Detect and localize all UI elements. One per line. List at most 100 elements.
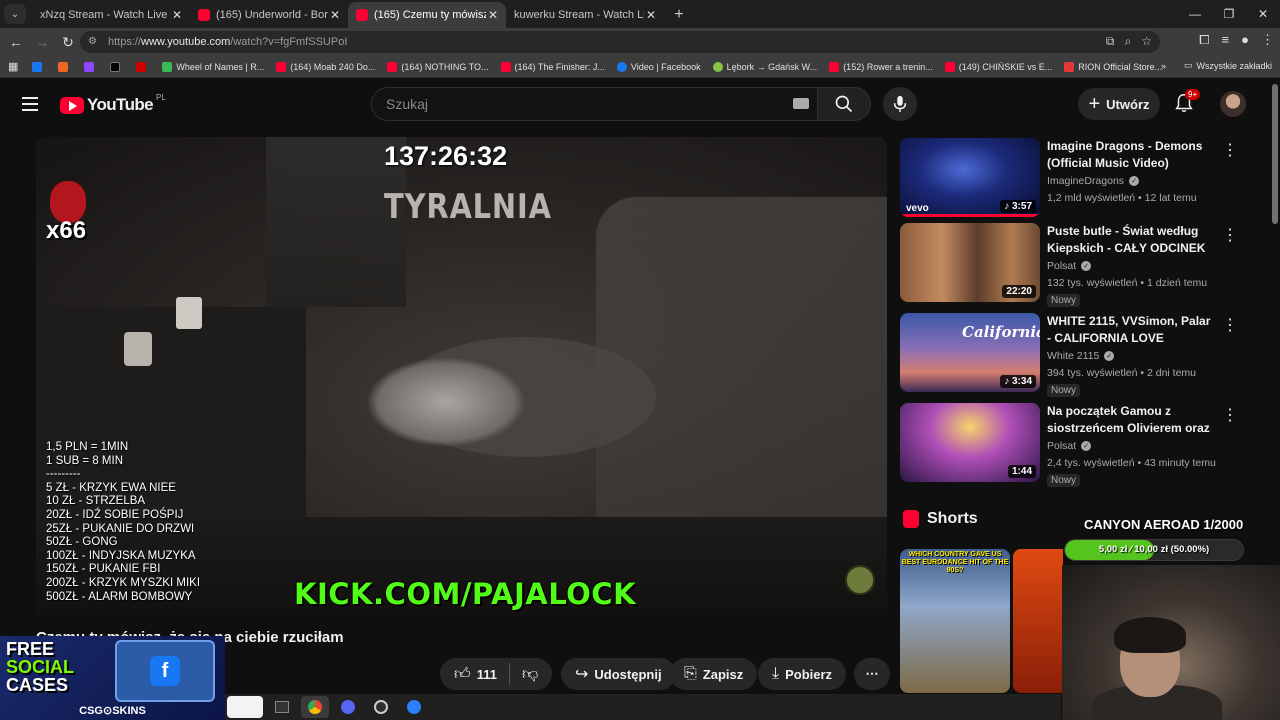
countdown-timer: 137:26:32 xyxy=(384,141,508,171)
media-control-icon[interactable]: ≡ xyxy=(1222,32,1230,48)
bookmark-item[interactable] xyxy=(32,61,46,72)
recommendation-item[interactable]: 1:44 Na początek Gamou z siostrzeńcem Ol… xyxy=(900,403,1260,487)
all-bookmarks-link[interactable]: Wszystkie zakładki xyxy=(1196,61,1272,71)
install-app-icon[interactable]: ⧉ xyxy=(1106,34,1115,49)
close-tab-icon[interactable]: ✕ xyxy=(328,8,342,22)
like-count[interactable]: 111 xyxy=(477,667,497,682)
close-tab-icon[interactable]: ✕ xyxy=(170,8,184,22)
more-actions-button[interactable]: ⋯ xyxy=(854,658,890,690)
more-vertical-icon[interactable]: ⋮ xyxy=(1222,140,1238,160)
back-icon[interactable]: ← xyxy=(4,30,28,54)
page-scrollbar[interactable] xyxy=(1272,84,1278,224)
bookmark-item[interactable] xyxy=(110,61,124,72)
bookmark-icon xyxy=(58,61,69,72)
store-icon xyxy=(1064,61,1075,72)
video-thumbnail[interactable]: 22:20 xyxy=(900,223,1040,302)
short-thumbnail[interactable] xyxy=(1013,549,1063,693)
rec-channel[interactable]: Polsat ✓ xyxy=(1047,260,1092,272)
more-vertical-icon[interactable]: ⋮ xyxy=(1222,315,1238,335)
bookmark-item[interactable]: (152) Rower a trenin... xyxy=(829,61,933,72)
bookmark-item[interactable]: (164) Moab 240 Do... xyxy=(276,61,375,72)
site-info-icon[interactable]: ⚙ xyxy=(88,36,102,48)
zoom-icon[interactable]: ⌕ xyxy=(1125,34,1132,49)
close-window-icon[interactable]: ✕ xyxy=(1246,0,1280,28)
rec-title[interactable]: Imagine Dragons - Demons (Official Music… xyxy=(1047,138,1215,171)
video-thumbnail[interactable]: vevo ♪ 3:57 xyxy=(900,138,1040,217)
terminal-icon[interactable] xyxy=(268,696,296,718)
bookmark-item[interactable]: (164) The Finisher: J... xyxy=(500,61,605,72)
rec-title[interactable]: Puste butle - Świat według Kiepskich - C… xyxy=(1047,223,1215,257)
close-tab-icon[interactable]: ✕ xyxy=(486,8,500,22)
bookmark-item[interactable] xyxy=(84,61,98,72)
thumbs-up-icon[interactable]: 👍︎ xyxy=(454,665,471,684)
short-thumbnail[interactable]: WHICH COUNTRY GAVE US BEST EURODANCE HIT… xyxy=(900,549,1010,693)
video-player[interactable]: x66 137:26:32 TYRALNIA 1,5 PLN = 1MIN 1 … xyxy=(36,137,887,617)
map-icon xyxy=(712,61,723,72)
case-box-icon: f xyxy=(115,640,215,702)
rec-channel[interactable]: White 2115 ✓ xyxy=(1047,350,1115,362)
reload-icon[interactable]: ↻ xyxy=(56,30,80,54)
save-button[interactable]: ⎘ Zapisz xyxy=(670,658,758,690)
minimize-icon[interactable]: — xyxy=(1178,0,1212,28)
bookmark-item[interactable]: (149) CHIŃSKIE vs E... xyxy=(944,61,1052,72)
new-badge: Nowy xyxy=(1047,384,1081,397)
thumbs-down-icon[interactable]: 👎︎ xyxy=(522,665,538,684)
rec-channel[interactable]: Polsat ✓ xyxy=(1047,440,1092,452)
create-button[interactable]: + Utwórz xyxy=(1078,88,1160,120)
maximize-icon[interactable]: ❐ xyxy=(1212,0,1246,28)
close-tab-icon[interactable]: ✕ xyxy=(644,8,658,22)
extensions-icon[interactable]: ⧠ xyxy=(1199,32,1209,48)
bookmark-item[interactable]: RION Official Store... xyxy=(1064,61,1162,72)
more-bookmarks-icon[interactable]: » xyxy=(1161,61,1166,71)
recommendation-item[interactable]: vevo ♪ 3:57 Imagine Dragons - Demons (Of… xyxy=(900,138,1260,218)
app-icon[interactable] xyxy=(400,696,428,718)
browser-tab[interactable]: xNzq Stream - Watch Live on K ✕ xyxy=(32,2,302,454)
bookmark-item[interactable]: Lębork → Gdańsk W... xyxy=(712,61,817,72)
folder-icon: ▭ xyxy=(1183,60,1193,70)
download-button[interactable]: ⤓ Pobierz xyxy=(758,658,847,690)
browser-toolbar: ← → ↻ ⚙ https://www.youtube.com/watch?v=… xyxy=(0,28,1280,56)
browser-tab-active[interactable]: (165) Czemu ty mówisz, że się r ✕ xyxy=(348,2,506,28)
scene-cup xyxy=(124,332,152,366)
rec-title[interactable]: Na początek Gamou z siostrzeńcem Olivier… xyxy=(1047,403,1215,437)
chrome-icon[interactable] xyxy=(301,696,329,718)
browser-tab[interactable]: kuwerku Stream - Watch Live o ✕ xyxy=(506,2,776,454)
menu-icon[interactable]: ⋮ xyxy=(1261,32,1274,48)
menu-hamburger-icon[interactable] xyxy=(22,97,38,111)
browser-tab[interactable]: (165) Underworld - Born slippy ✕ xyxy=(190,2,348,28)
channel-watermark-icon[interactable] xyxy=(845,565,875,595)
recommendation-item[interactable]: 22:20 Puste butle - Świat według Kiepski… xyxy=(900,223,1260,307)
voice-search-button[interactable] xyxy=(883,87,917,121)
keyboard-icon[interactable] xyxy=(793,98,809,109)
discord-icon[interactable] xyxy=(334,696,362,718)
bookmark-item[interactable] xyxy=(136,61,150,72)
bookmark-item[interactable]: Wheel of Names | R... xyxy=(162,61,264,72)
bookmark-item[interactable]: Video | Facebook xyxy=(616,61,701,72)
profile-icon[interactable]: ● xyxy=(1241,32,1249,48)
more-vertical-icon[interactable]: ⋮ xyxy=(1222,405,1238,425)
bookmark-item[interactable] xyxy=(58,61,72,72)
bookmark-item[interactable]: (164) NOTHING TO... xyxy=(387,61,489,72)
search-button[interactable] xyxy=(817,87,871,121)
notifications-button[interactable]: 9+ xyxy=(1173,89,1201,116)
account-avatar[interactable] xyxy=(1220,91,1246,117)
youtube-logo[interactable]: YouTube PL xyxy=(60,93,166,115)
taskbar-item[interactable] xyxy=(227,696,263,718)
share-button[interactable]: ↪ Udostępnij xyxy=(561,658,676,690)
goal-progress-bar: 5,00 zł ⁄ 10,00 zł (50.00%) xyxy=(1064,539,1244,561)
tab-search-button[interactable]: ⌄ xyxy=(4,4,26,24)
new-tab-button[interactable]: + xyxy=(668,4,690,26)
rec-title[interactable]: WHITE 2115, VVSimon, Palar - CALIFORNIA … xyxy=(1047,313,1215,346)
search-input[interactable]: Szukaj xyxy=(371,87,818,121)
bookmark-star-icon[interactable]: ☆ xyxy=(1141,34,1152,49)
forward-icon[interactable]: → xyxy=(30,30,54,54)
obs-icon[interactable] xyxy=(367,696,395,718)
video-thumbnail[interactable]: California ♪ 3:34 xyxy=(900,313,1040,392)
view-count: 132 tys. wyświetleń xyxy=(1047,277,1138,289)
address-bar[interactable]: ⚙ https://www.youtube.com/watch?v=fgFmfS… xyxy=(80,31,1160,53)
recommendation-item[interactable]: California ♪ 3:34 WHITE 2115, VVSimon, P… xyxy=(900,313,1260,397)
more-vertical-icon[interactable]: ⋮ xyxy=(1222,225,1238,245)
apps-grid-icon[interactable]: ▦ xyxy=(8,60,18,73)
video-thumbnail[interactable]: 1:44 xyxy=(900,403,1040,482)
rec-channel[interactable]: ImagineDragons ✓ xyxy=(1047,175,1140,187)
